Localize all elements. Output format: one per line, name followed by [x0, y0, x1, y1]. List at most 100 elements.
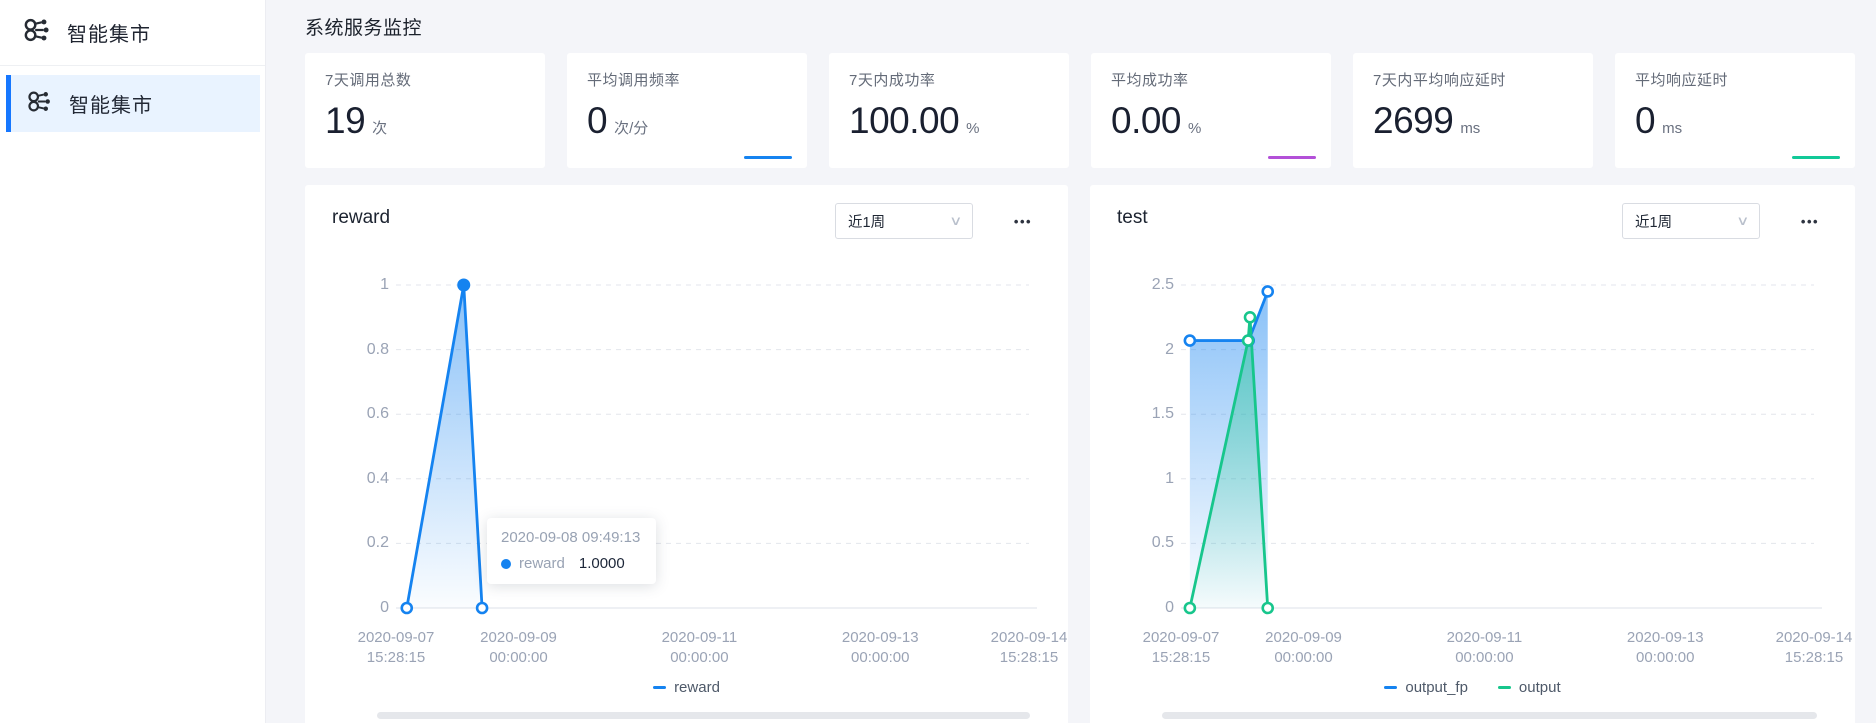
chart-plot — [1150, 265, 1850, 625]
x-tick-date: 2020-09-11 — [644, 628, 754, 648]
x-axis-tick-label: 2020-09-0715:28:15 — [1126, 628, 1236, 669]
chart-tooltip: 2020-09-08 09:49:13 reward1.0000 — [487, 518, 656, 584]
range-select[interactable]: 近1周 ∨ — [1622, 203, 1760, 239]
x-axis-tick-label: 2020-09-1415:28:15 — [1759, 628, 1855, 669]
x-tick-time: 00:00:00 — [464, 648, 574, 668]
horizontal-scrollbar[interactable] — [377, 712, 1030, 719]
range-select[interactable]: 近1周 ∨ — [835, 203, 973, 239]
more-options-button[interactable]: ••• — [1006, 209, 1040, 235]
x-tick-time: 00:00:00 — [1429, 648, 1539, 668]
x-axis-tick-label: 2020-09-0715:28:15 — [341, 628, 451, 669]
x-tick-time: 15:28:15 — [1759, 648, 1855, 668]
legend-label: reward — [674, 679, 720, 696]
smart-market-icon — [26, 88, 53, 120]
stat-card: 平均调用频率 0 次/分 — [567, 53, 807, 168]
x-axis-tick-label: 2020-09-1100:00:00 — [644, 628, 754, 669]
sidebar: 智能集市 智能集市 — [0, 0, 266, 723]
x-tick-date: 2020-09-14 — [974, 628, 1068, 648]
x-axis-tick-label: 2020-09-0900:00:00 — [1249, 628, 1359, 669]
x-tick-date: 2020-09-13 — [1610, 628, 1720, 648]
x-tick-date: 2020-09-14 — [1759, 628, 1855, 648]
x-tick-time: 00:00:00 — [644, 648, 754, 668]
stat-card-label: 平均调用频率 — [587, 69, 787, 90]
page-title: 系统服务监控 — [305, 13, 422, 40]
sidebar-item-label: 智能集市 — [69, 89, 153, 118]
stat-card: 7天内平均响应延时2699ms — [1353, 53, 1593, 168]
legend-label: output_fp — [1405, 679, 1468, 696]
x-axis-tick-label: 2020-09-1300:00:00 — [1610, 628, 1720, 669]
stat-sparkline — [744, 156, 792, 159]
chart-legend: reward — [305, 679, 1068, 696]
x-axis-tick-label: 2020-09-0900:00:00 — [464, 628, 574, 669]
legend-color-dash — [1498, 686, 1511, 690]
tooltip-timestamp: 2020-09-08 09:49:13 — [501, 529, 640, 546]
x-tick-time: 00:00:00 — [1610, 648, 1720, 668]
series-color-dot — [501, 559, 511, 569]
x-tick-time: 15:28:15 — [974, 648, 1068, 668]
stat-sparkline — [1268, 156, 1316, 159]
stat-card-value: 0 — [1635, 100, 1655, 142]
tooltip-series-name: reward — [519, 555, 565, 572]
chart-card-test: test近1周∨•••2.521.510.502020-09-0715:28:1… — [1090, 185, 1855, 723]
stat-card-unit: 次/分 — [614, 117, 648, 138]
stat-card-unit: % — [1188, 120, 1201, 137]
legend-color-dash — [1384, 686, 1397, 690]
chart-legend: output_fp output — [1090, 679, 1855, 696]
legend-item-output[interactable]: output — [1498, 679, 1561, 696]
legend-item-reward[interactable]: reward — [653, 679, 720, 696]
range-select-value: 近1周 — [848, 211, 885, 232]
stat-value-row: 2699 ms — [1373, 100, 1573, 142]
stat-card-label: 7天内成功率 — [849, 69, 1049, 90]
x-tick-date: 2020-09-07 — [1126, 628, 1236, 648]
active-indicator — [6, 75, 11, 132]
x-axis-tick-label: 2020-09-1415:28:15 — [974, 628, 1068, 669]
x-axis-tick-label: 2020-09-1300:00:00 — [825, 628, 935, 669]
app-logo: 智能集市 — [0, 0, 265, 66]
x-tick-date: 2020-09-07 — [341, 628, 451, 648]
chevron-down-icon: ∨ — [1737, 213, 1750, 229]
more-options-button[interactable]: ••• — [1793, 209, 1827, 235]
x-tick-date: 2020-09-09 — [1249, 628, 1359, 648]
chart-title: test — [1117, 207, 1148, 229]
x-tick-date: 2020-09-09 — [464, 628, 574, 648]
stat-value-row: 100.00% — [849, 100, 1049, 142]
stat-card-value: 0.00 — [1111, 100, 1181, 142]
x-tick-time: 00:00:00 — [825, 648, 935, 668]
stat-card: 平均成功率0.00% — [1091, 53, 1331, 168]
stat-value-row: 0 ms — [1635, 100, 1835, 142]
legend-color-dash — [653, 686, 666, 690]
horizontal-scrollbar[interactable] — [1162, 712, 1817, 719]
stat-card-unit: ms — [1662, 120, 1682, 137]
app-title: 智能集市 — [67, 18, 151, 47]
tooltip-series-row: reward1.0000 — [501, 555, 640, 572]
stat-card-unit: 次 — [372, 117, 387, 138]
x-axis-tick-label: 2020-09-1100:00:00 — [1429, 628, 1539, 669]
main-content: 系统服务监控 7天调用总数 19 次 平均调用频率 0 次/分 7天内成功率 100.00% 平… — [266, 0, 1876, 723]
stat-card-value: 19 — [325, 100, 365, 142]
chart-card-reward: reward近1周∨•••10.80.60.40.202020-09-0715:… — [305, 185, 1068, 723]
stat-card-unit: % — [966, 120, 979, 137]
x-tick-date: 2020-09-11 — [1429, 628, 1539, 648]
chart-title: reward — [332, 207, 390, 229]
stat-card-value: 2699 — [1373, 100, 1453, 142]
x-tick-time: 15:28:15 — [341, 648, 451, 668]
x-tick-time: 00:00:00 — [1249, 648, 1359, 668]
stat-value-row: 19 次 — [325, 100, 525, 142]
legend-item-output_fp[interactable]: output_fp — [1384, 679, 1468, 696]
stat-card: 7天调用总数 19 次 — [305, 53, 545, 168]
stat-value-row: 0 次/分 — [587, 100, 787, 142]
stat-card-value: 0 — [587, 100, 607, 142]
sidebar-item-smart-market[interactable]: 智能集市 — [6, 75, 260, 132]
chevron-down-icon: ∨ — [950, 213, 963, 229]
chart-plot — [365, 265, 1065, 625]
range-select-value: 近1周 — [1635, 211, 1672, 232]
stat-sparkline — [1792, 156, 1840, 159]
stat-card-label: 7天调用总数 — [325, 69, 525, 90]
legend-label: output — [1519, 679, 1561, 696]
stat-card-unit: ms — [1460, 120, 1480, 137]
smart-market-logo-icon — [22, 15, 52, 50]
stat-card: 7天内成功率 100.00% — [829, 53, 1069, 168]
x-tick-time: 15:28:15 — [1126, 648, 1236, 668]
stat-value-row: 0.00% — [1111, 100, 1311, 142]
stat-card: 平均响应延时0ms — [1615, 53, 1855, 168]
